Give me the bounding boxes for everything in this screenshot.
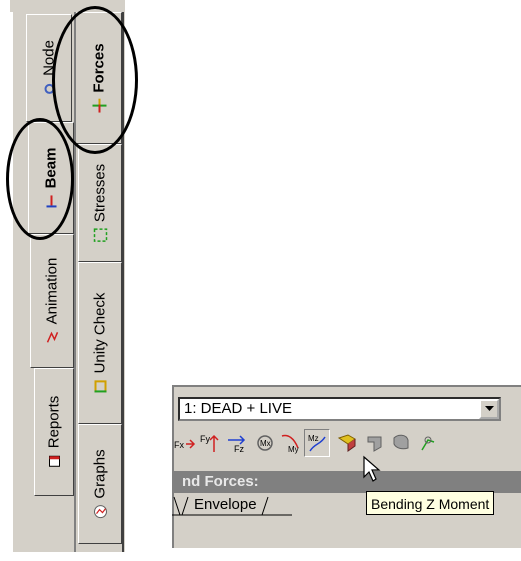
tab-stresses[interactable]: Stresses bbox=[78, 144, 122, 262]
unity-check-icon bbox=[93, 379, 107, 393]
section-title: nd Forces: bbox=[182, 473, 259, 490]
tab-envelope[interactable]: Envelope bbox=[194, 496, 257, 513]
tab-unity-check-label: Unity Check bbox=[91, 292, 109, 374]
tab-reports[interactable]: Reports bbox=[34, 368, 74, 496]
tab-animation-label: Animation bbox=[43, 257, 61, 325]
svg-text:My: My bbox=[288, 445, 299, 454]
svg-text:Fy: Fy bbox=[200, 434, 210, 444]
shape-icon-1[interactable] bbox=[334, 429, 360, 457]
svg-text:Mx: Mx bbox=[260, 439, 271, 448]
svg-text:Fz: Fz bbox=[234, 444, 244, 454]
mz-icon[interactable]: Mz bbox=[304, 429, 330, 457]
force-icons-toolbar: Fx Fy Fz Mx My Mz bbox=[172, 429, 521, 457]
svg-text:Fx: Fx bbox=[174, 440, 184, 450]
tab-graphs[interactable]: Graphs bbox=[78, 424, 122, 544]
shape-icon-3[interactable] bbox=[388, 429, 414, 457]
fz-icon[interactable]: Fz bbox=[224, 429, 250, 457]
shape-icon-2[interactable] bbox=[362, 429, 388, 457]
tab-graphs-label: Graphs bbox=[91, 449, 109, 499]
shape-icon-4[interactable] bbox=[414, 429, 440, 457]
stresses-icon bbox=[93, 228, 107, 242]
panel-top-edge bbox=[172, 385, 521, 387]
graphs-icon bbox=[93, 505, 107, 519]
mx-icon[interactable]: Mx bbox=[252, 429, 278, 457]
tab-reports-label: Reports bbox=[45, 395, 63, 449]
annotation-ellipse-forces bbox=[52, 6, 138, 154]
annotation-ellipse-beam bbox=[6, 118, 74, 240]
panel-left-edge bbox=[172, 385, 174, 548]
tab-animation[interactable]: Animation bbox=[30, 234, 74, 368]
mouse-cursor-icon bbox=[363, 455, 381, 482]
dropdown-arrow-button[interactable] bbox=[479, 399, 499, 419]
svg-text:Mz: Mz bbox=[308, 434, 319, 443]
tab-unity-check[interactable]: Unity Check bbox=[78, 262, 122, 424]
tab-stresses-label: Stresses bbox=[91, 163, 109, 223]
load-case-select[interactable]: 1: DEAD + LIVE bbox=[178, 397, 501, 421]
my-icon[interactable]: My bbox=[278, 429, 304, 457]
chevron-down-icon bbox=[484, 406, 494, 411]
fy-icon[interactable]: Fy bbox=[198, 429, 224, 457]
tooltip-bending-z-moment: Bending Z Moment bbox=[366, 491, 495, 515]
results-toolbar-panel: 1: DEAD + LIVE Fx Fy Fz Mx My Mz nd Forc… bbox=[172, 385, 521, 548]
load-case-value: 1: DEAD + LIVE bbox=[184, 400, 292, 417]
section-title-bar: nd Forces: bbox=[172, 471, 521, 493]
animation-icon bbox=[45, 330, 59, 344]
reports-icon bbox=[47, 454, 61, 468]
fx-icon[interactable]: Fx bbox=[172, 429, 198, 457]
strip-left-edge bbox=[10, 12, 13, 552]
